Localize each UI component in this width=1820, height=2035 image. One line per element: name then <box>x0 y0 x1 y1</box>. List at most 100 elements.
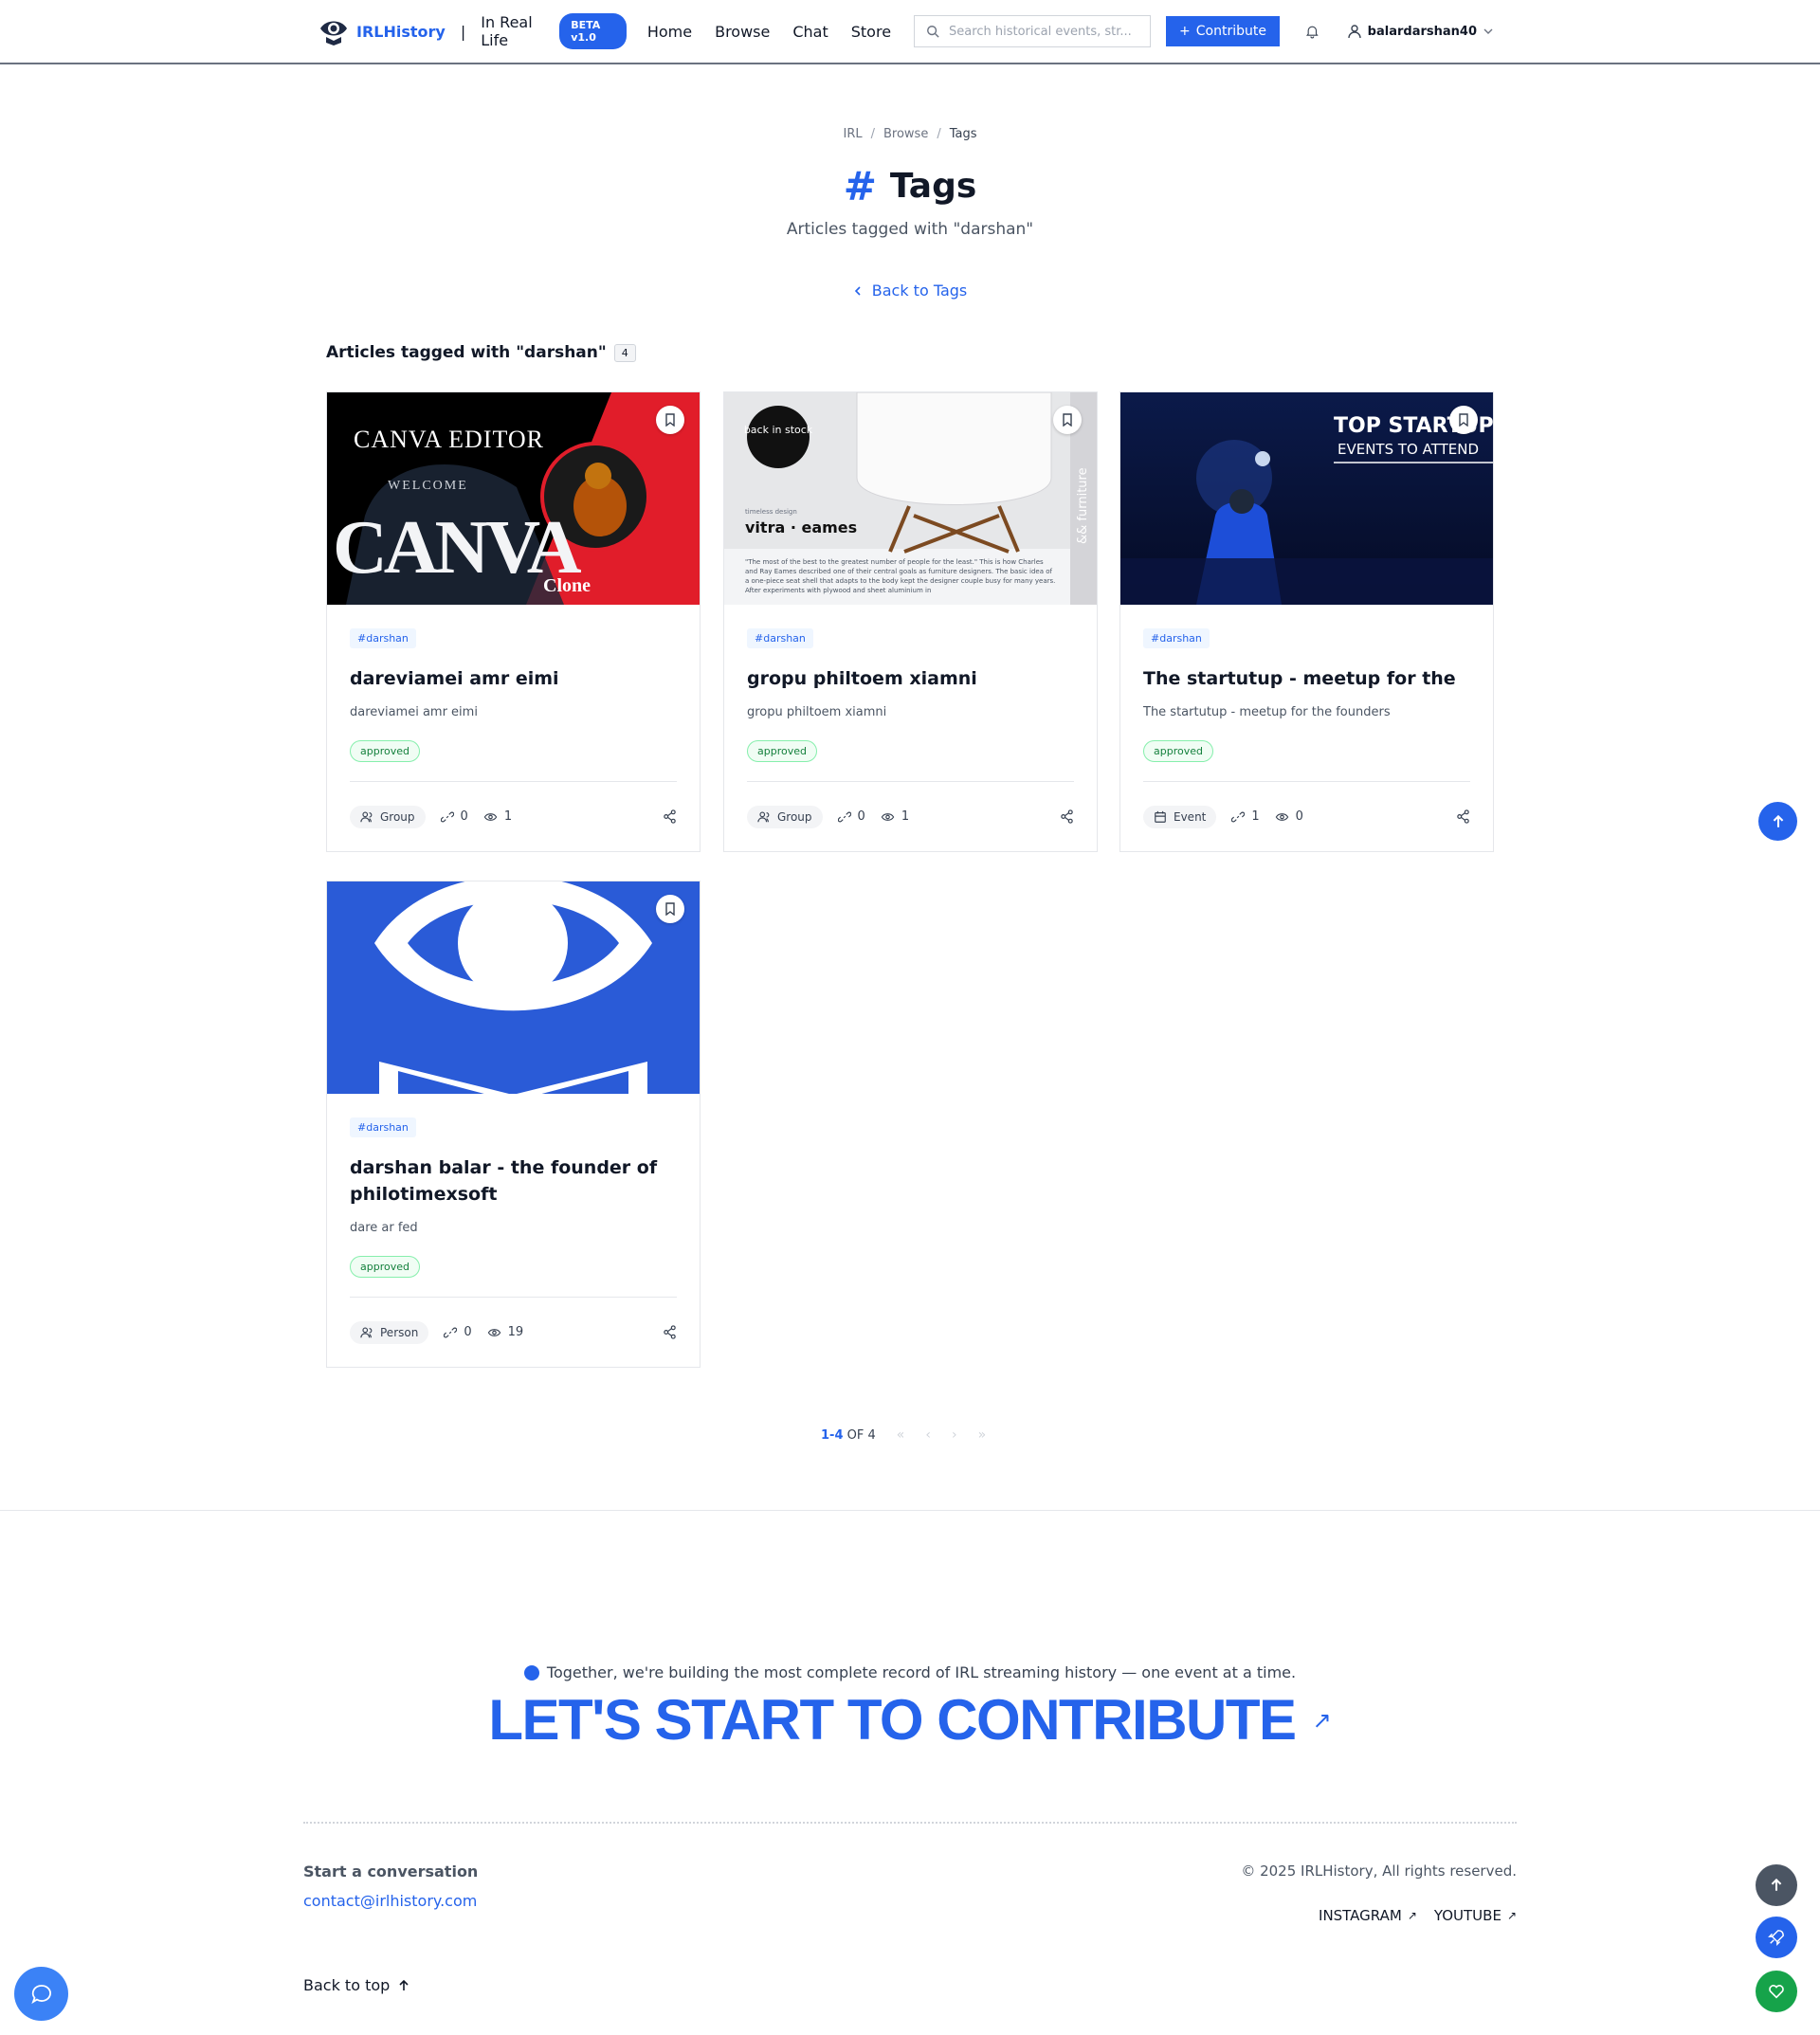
share-icon[interactable] <box>663 1325 677 1339</box>
links-count: 0 <box>837 809 865 824</box>
card-description: dare ar fed <box>350 1221 418 1235</box>
links-count: 0 <box>444 1325 472 1339</box>
contribute-label: Contribute <box>1195 24 1266 39</box>
contribute-button[interactable]: + Contribute <box>1166 16 1280 46</box>
views-value: 1 <box>901 809 910 824</box>
card-image[interactable] <box>327 881 700 1094</box>
card-title[interactable]: dareviamei amr eimi <box>350 665 677 692</box>
views-count: 1 <box>483 809 512 824</box>
globe-dot-icon <box>523 1664 539 1681</box>
arrow-up-right-icon: ↗ <box>1506 1909 1517 1922</box>
card-footer: Person 0 19 <box>350 1297 677 1367</box>
nav-chat[interactable]: Chat <box>792 23 828 41</box>
tag-chip[interactable]: #darshan <box>747 628 813 648</box>
user-menu[interactable]: balardarshan40 <box>1347 24 1494 39</box>
tag-chip[interactable]: #darshan <box>350 628 416 648</box>
eye-icon <box>881 812 895 821</box>
prev-page-button[interactable]: ‹ <box>925 1427 931 1443</box>
views-value: 1 <box>503 809 513 824</box>
pagination: 1-4 OF 4 « ‹ › » <box>821 1427 986 1443</box>
page-subtitle: Articles tagged with "darshan" <box>786 220 1034 239</box>
username: balardarshan40 <box>1367 24 1477 39</box>
eye-icon <box>487 1328 500 1336</box>
chat-bubble-icon <box>30 1984 51 2004</box>
type-pill: Event <box>1143 805 1217 828</box>
bell-icon[interactable] <box>1304 21 1320 42</box>
favorite-button[interactable] <box>1756 1971 1797 2012</box>
status-badge: approved <box>1143 740 1213 762</box>
vitra-side: && furniture <box>1076 467 1090 544</box>
card-image[interactable]: TOP STARTUP EVENTS TO ATTEND <box>1120 392 1493 605</box>
arrow-up-icon <box>1773 814 1783 827</box>
startup-line2: EVENTS TO ATTEND <box>1338 441 1479 458</box>
search-input[interactable] <box>949 24 1139 39</box>
arrow-up-right-icon: ↗ <box>1312 1706 1332 1734</box>
brand-subtitle: In Real Life <box>481 13 533 49</box>
arrow-up-icon <box>1771 1878 1782 1891</box>
links-count: 0 <box>440 809 468 824</box>
card-title[interactable]: darshan balar - the founder of philotime… <box>350 1154 677 1208</box>
share-icon[interactable] <box>1456 809 1470 824</box>
status-badge: approved <box>350 740 420 762</box>
views-value: 19 <box>507 1325 524 1339</box>
group-icon <box>360 811 373 822</box>
next-page-button[interactable]: › <box>952 1427 957 1443</box>
brand-name: IRLHistory <box>356 22 446 41</box>
article-count-badge: 4 <box>613 343 636 362</box>
nav-browse[interactable]: Browse <box>715 23 770 41</box>
irl-eye-thumbnail <box>327 881 700 1094</box>
card-footer: Group 0 1 <box>747 781 1074 851</box>
contact-email-link[interactable]: contact@irlhistory.com <box>303 1892 477 1910</box>
bookmark-button[interactable] <box>1053 406 1082 434</box>
breadcrumb-browse[interactable]: Browse <box>883 127 928 141</box>
youtube-label: YOUTUBE <box>1433 1907 1502 1924</box>
social-links: INSTAGRAM ↗ YOUTUBE ↗ <box>1319 1907 1517 1924</box>
canva-line1: CANVA EDITOR <box>354 426 544 453</box>
rocket-button[interactable] <box>1756 1917 1797 1958</box>
cta-link[interactable]: LET'S START TO CONTRIBUTE ↗ <box>0 1687 1820 1753</box>
vitra-small: timeless design <box>745 508 797 516</box>
card-body: #darshan dareviamei amr eimi dareviamei … <box>327 605 700 762</box>
nav-home[interactable]: Home <box>647 23 692 41</box>
youtube-link[interactable]: YOUTUBE ↗ <box>1434 1907 1517 1924</box>
chevron-down-icon <box>1483 28 1493 34</box>
heart-icon <box>1769 1985 1784 1999</box>
bookmark-button[interactable] <box>1449 406 1478 434</box>
last-page-button[interactable]: » <box>978 1427 987 1443</box>
link-icon <box>444 1327 458 1337</box>
brand-logo[interactable]: IRLHistory <box>318 16 446 46</box>
first-page-button[interactable]: « <box>897 1427 905 1443</box>
tag-chip[interactable]: #darshan <box>1143 628 1210 648</box>
tag-chip[interactable]: #darshan <box>350 1117 416 1137</box>
copyright: © 2025 IRLHistory, All rights reserved. <box>1241 1862 1517 1880</box>
back-to-top-link[interactable]: Back to top <box>303 1976 410 1994</box>
article-card[interactable]: #darshan darshan balar - the founder of … <box>326 881 701 1368</box>
nav-store[interactable]: Store <box>851 23 891 41</box>
card-description: dareviamei amr eimi <box>350 705 478 719</box>
breadcrumb-irl[interactable]: IRL <box>843 127 862 141</box>
card-image[interactable]: CANVA EDITOR WELCOME CANVA Clone <box>327 392 700 605</box>
scroll-to-top-button[interactable] <box>1758 802 1797 841</box>
card-image[interactable]: back in stock timeless design vitra · ea… <box>724 392 1097 605</box>
chat-button[interactable] <box>14 1967 68 2021</box>
link-icon <box>837 811 851 822</box>
card-body: #darshan gropu philtoem xiamni gropu phi… <box>724 605 1097 762</box>
back-in-stock-badge: back in stock <box>744 424 813 436</box>
article-card[interactable]: TOP STARTUP EVENTS TO ATTEND #darshan Th… <box>1119 391 1494 852</box>
back-to-tags-link[interactable]: Back to Tags <box>0 282 1820 300</box>
article-card[interactable]: back in stock timeless design vitra · ea… <box>723 391 1098 852</box>
bookmark-button[interactable] <box>656 406 684 434</box>
card-title[interactable]: gropu philtoem xiamni <box>747 665 1074 692</box>
bookmark-button[interactable] <box>656 895 684 923</box>
card-title[interactable]: The startutup - meetup for the <box>1143 665 1470 692</box>
instagram-link[interactable]: INSTAGRAM ↗ <box>1319 1907 1417 1924</box>
type-pill: Group <box>747 805 823 828</box>
article-card[interactable]: CANVA EDITOR WELCOME CANVA Clone #darsha… <box>326 391 701 852</box>
search-box[interactable] <box>914 15 1152 47</box>
vitra-thumbnail: back in stock timeless design vitra · ea… <box>724 392 1097 605</box>
share-icon[interactable] <box>1060 809 1074 824</box>
share-icon[interactable] <box>663 809 677 824</box>
footer-dotted-divider <box>303 1822 1517 1824</box>
type-pill: Group <box>350 805 426 828</box>
scroll-up-button[interactable] <box>1756 1864 1797 1906</box>
